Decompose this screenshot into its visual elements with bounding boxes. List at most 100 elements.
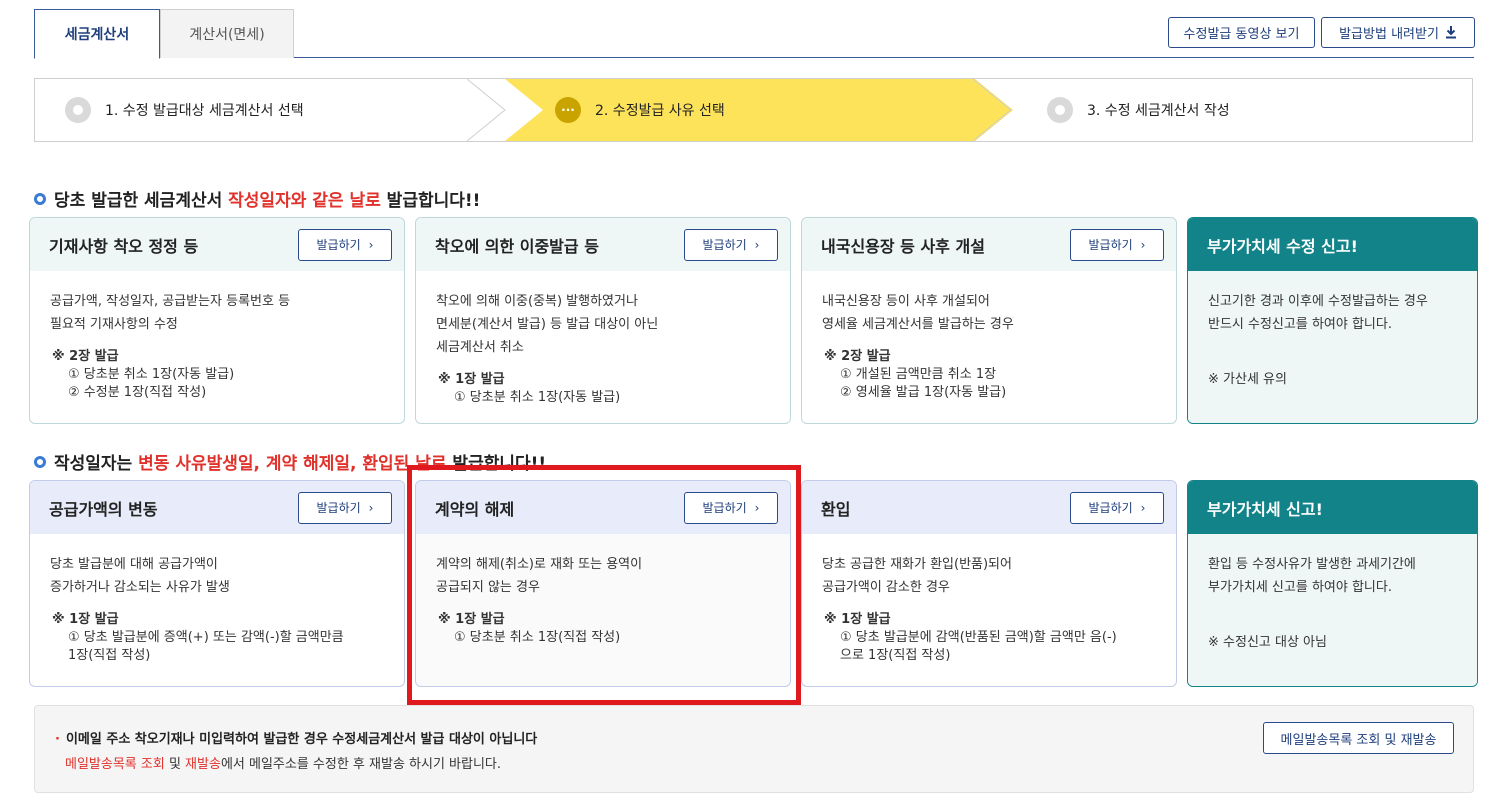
issue-button-label: 발급하기: [1088, 238, 1133, 252]
view-video-button[interactable]: 수정발급 동영상 보기: [1168, 17, 1315, 48]
card-desc-line: 증가하거나 감소되는 사유가 발생: [50, 580, 230, 595]
step-separator-line: [973, 79, 1012, 141]
email-notice-box: 이메일 주소 착오기재나 미입력하여 발급한 경우 수정세금계산서 발급 대상이…: [34, 705, 1474, 793]
card-vat-amend-report: 부가가치세 수정 신고! 신고기한 경과 이후에 수정발급하는 경우 반드시 수…: [1187, 217, 1478, 424]
card-title: 부가가치세 신고!: [1207, 499, 1323, 519]
view-video-label: 수정발급 동영상 보기: [1183, 27, 1300, 42]
issue-button[interactable]: 발급하기 ›: [1070, 228, 1164, 261]
notice-connector: 및: [164, 757, 186, 772]
circle-bullet-icon: [34, 455, 46, 468]
issue-button[interactable]: 발급하기 ›: [684, 491, 778, 524]
section-1-title: 당초 발급한 세금계산서 작성일자와 같은 날로 발급합니다!!: [34, 186, 480, 211]
issue-button-label: 발급하기: [702, 238, 747, 252]
card-note-item: ① 당초 발급분에 감액(반품된 금액)할 금액만 음(-): [840, 630, 1117, 645]
step-3-label: 3. 수정 세금계산서 작성: [1087, 103, 1230, 119]
card-note-item: ② 수정분 1장(직접 작성): [68, 385, 207, 400]
email-notice-subtext: 메일발송목록 조회 및 재발송에서 메일주소를 수정한 후 재발송 하시기 바랍…: [65, 753, 501, 772]
section-2-prefix: 작성일자는: [54, 454, 139, 474]
notice-rest: 에서 메일주소를 수정한 후 재발송 하시기 바랍니다.: [220, 757, 502, 772]
chevron-right-icon: ›: [368, 237, 374, 252]
card-note-item: ① 당초분 취소 1장(자동 발급): [68, 367, 235, 382]
card-desc-line: 착오에 의해 이중(중복) 발행하였거나: [436, 294, 638, 309]
section-1-suffix: 발급합니다!!: [380, 191, 481, 211]
download-icon: [1445, 26, 1456, 39]
issue-button[interactable]: 발급하기 ›: [298, 491, 392, 524]
chevron-right-icon: ›: [368, 500, 374, 515]
tab-invoice-tax-free[interactable]: 계산서(면세): [160, 9, 294, 58]
card-note-title: ※ 2장 발급: [824, 349, 891, 364]
card-desc-line: 공급가액, 작성일자, 공급받는자 등록번호 등: [50, 294, 291, 309]
card-title: 부가가치세 수정 신고!: [1207, 236, 1358, 256]
step-3-dot-icon: [1047, 97, 1073, 123]
card-note-title: ※ 1장 발급: [438, 612, 505, 627]
step-1-label: 1. 수정 발급대상 세금계산서 선택: [105, 103, 304, 119]
card-warning: ※ 수정신고 대상 아님: [1208, 635, 1327, 650]
step-3: 3. 수정 세금계산서 작성: [1047, 79, 1230, 141]
tab-tax-invoice[interactable]: 세금계산서: [34, 9, 160, 59]
card-note-item: 으로 1장(직접 작성): [840, 648, 951, 663]
card-desc-line: 필요적 기재사항의 수정: [50, 317, 178, 332]
card-note-item: ① 당초분 취소 1장(직접 작성): [454, 630, 621, 645]
card-desc-line: 환입 등 수정사유가 발생한 과세기간에: [1208, 557, 1416, 572]
card-warning: ※ 가산세 유의: [1208, 372, 1287, 387]
card-title: 기재사항 착오 정정 등: [49, 236, 199, 256]
mail-list-resend-label: 메일발송목록 조회 및 재발송: [1280, 732, 1437, 748]
download-method-button[interactable]: 발급방법 내려받기: [1321, 17, 1475, 48]
step-2: ··· 2. 수정발급 사유 선택: [555, 79, 725, 141]
issue-button[interactable]: 발급하기 ›: [298, 228, 392, 261]
card-note-item: ① 개설된 금액만큼 취소 1장: [840, 367, 997, 382]
card-supply-change: 공급가액의 변동 발급하기 › 당초 발급분에 대해 공급가액이 증가하거나 감소…: [29, 480, 405, 687]
card-note-title: ※ 1장 발급: [52, 612, 119, 627]
card-desc-line: 내국신용장 등이 사후 개설되어: [822, 294, 990, 309]
download-method-label: 발급방법 내려받기: [1339, 27, 1439, 42]
card-return: 환입 발급하기 › 당초 공급한 재화가 환입(반품)되어 공급가액이 감소한 경…: [801, 480, 1177, 687]
card-desc-line: 반드시 수정신고를 하여야 합니다.: [1208, 317, 1392, 332]
chevron-right-icon: ›: [1140, 237, 1146, 252]
card-desc-line: 부가가치세 신고를 하여야 합니다.: [1208, 580, 1392, 595]
step-2-label: 2. 수정발급 사유 선택: [595, 103, 725, 119]
card-title: 공급가액의 변동: [49, 499, 158, 519]
circle-bullet-icon: [34, 192, 46, 205]
section-2-title: 작성일자는 변동 사유발생일, 계약 해제일, 환입된 날로 발급합니다!!: [34, 449, 546, 474]
chevron-right-icon: ›: [754, 500, 760, 515]
section-1-highlight: 작성일자와 같은 날로: [228, 191, 381, 211]
card-note-item: ② 영세율 발급 1장(자동 발급): [840, 385, 1007, 400]
card-note-item: 1장(직접 작성): [68, 648, 151, 663]
card-note-title: ※ 1장 발급: [824, 612, 891, 627]
issue-button-label: 발급하기: [316, 238, 361, 252]
card-desc-line: 영세율 세금계산서를 발급하는 경우: [822, 317, 1014, 332]
resend-link: 재발송: [185, 757, 221, 772]
step-2-ellipsis-icon: ···: [555, 97, 581, 123]
chevron-right-icon: ›: [1140, 500, 1146, 515]
card-desc-line: 공급되지 않는 경우: [436, 580, 540, 595]
card-desc-line: 당초 공급한 재화가 환입(반품)되어: [822, 557, 1012, 572]
issue-button[interactable]: 발급하기 ›: [1070, 491, 1164, 524]
mail-list-resend-button[interactable]: 메일발송목록 조회 및 재발송: [1263, 722, 1454, 754]
issue-button[interactable]: 발급하기 ›: [684, 228, 778, 261]
step-separator-line: [467, 79, 506, 141]
step-1: 1. 수정 발급대상 세금계산서 선택: [65, 79, 304, 141]
section-2-suffix: 발급합니다!!: [446, 454, 547, 474]
step-indicator: 1. 수정 발급대상 세금계산서 선택 ··· 2. 수정발급 사유 선택 3.…: [34, 78, 1473, 142]
section-2-highlight: 변동 사유발생일, 계약 해제일, 환입된 날로: [138, 454, 447, 474]
card-desc-line: 계약의 해제(취소)로 재화 또는 용역이: [436, 557, 643, 572]
section-1-prefix: 당초 발급한 세금계산서: [54, 191, 229, 211]
card-local-lc: 내국신용장 등 사후 개설 발급하기 › 내국신용장 등이 사후 개설되어 영세율…: [801, 217, 1177, 424]
card-title: 계약의 해제: [435, 499, 515, 519]
card-title: 착오에 의한 이중발급 등: [435, 236, 599, 256]
card-desc-line: 공급가액이 감소한 경우: [822, 580, 950, 595]
issue-button-label: 발급하기: [702, 501, 747, 515]
email-notice-text: 이메일 주소 착오기재나 미입력하여 발급한 경우 수정세금계산서 발급 대상이…: [55, 728, 537, 747]
card-entry-correction: 기재사항 착오 정정 등 발급하기 › 공급가액, 작성일자, 공급받는자 등록번…: [29, 217, 405, 424]
card-desc-line: 면세분(계산서 발급) 등 발급 대상이 아닌: [436, 317, 659, 332]
issue-button-label: 발급하기: [316, 501, 361, 515]
issue-button-label: 발급하기: [1088, 501, 1133, 515]
step-1-dot-icon: [65, 97, 91, 123]
card-contract-cancel: 계약의 해제 발급하기 › 계약의 해제(취소)로 재화 또는 용역이 공급되지 …: [415, 480, 791, 687]
card-duplicate-issue: 착오에 의한 이중발급 등 발급하기 › 착오에 의해 이중(중복) 발행하였거나…: [415, 217, 791, 424]
card-vat-report: 부가가치세 신고! 환입 등 수정사유가 발생한 과세기간에 부가가치세 신고를…: [1187, 480, 1478, 687]
card-desc-line: 신고기한 경과 이후에 수정발급하는 경우: [1208, 294, 1428, 309]
card-title: 내국신용장 등 사후 개설: [821, 236, 985, 256]
mail-list-link: 메일발송목록 조회: [65, 757, 165, 772]
card-note-item: ① 당초 발급분에 증액(+) 또는 감액(-)할 금액만큼: [68, 630, 344, 645]
